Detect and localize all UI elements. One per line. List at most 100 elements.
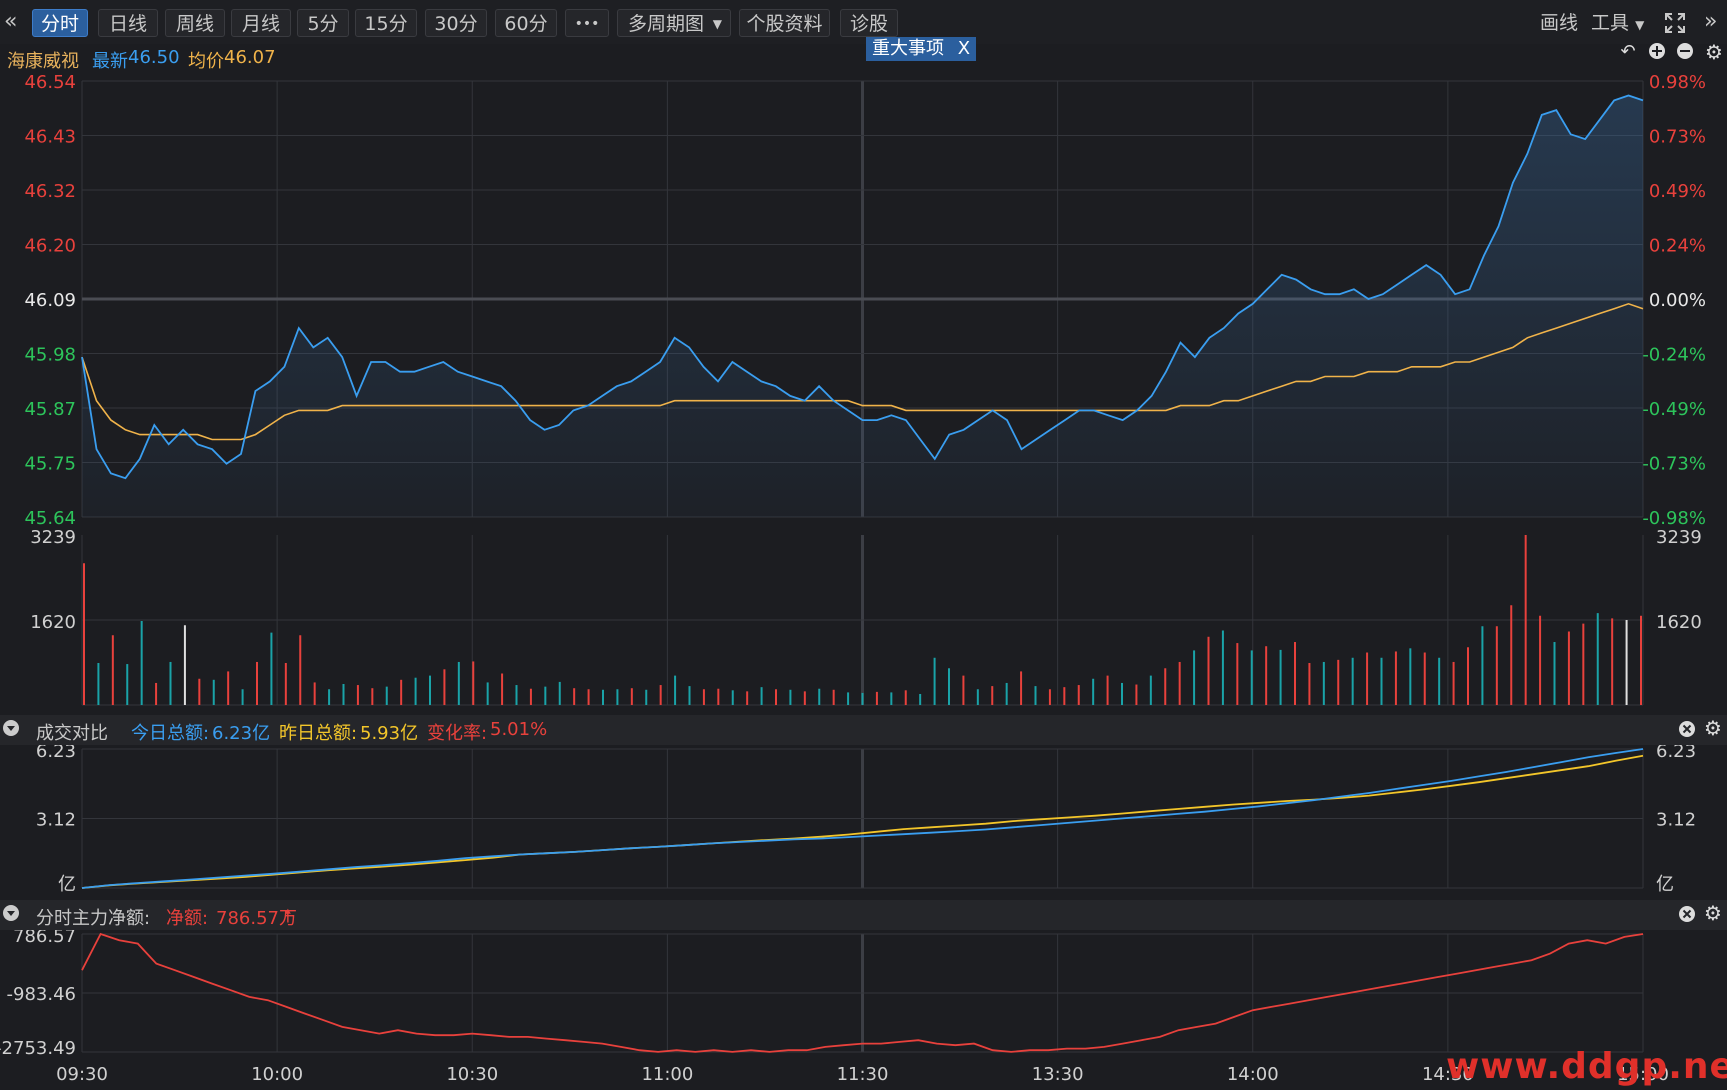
volume-axis-label-right: 1620 [1656, 612, 1702, 633]
turnover-axis-label: 亿 [58, 874, 76, 895]
price-area [82, 95, 1643, 517]
tab-15min[interactable]: 15分 [355, 9, 417, 37]
volume-bars [83, 535, 1642, 705]
price-axis-label: 46.20 [24, 236, 76, 257]
price-lines [81, 94, 1644, 480]
avg-price: 46.07 [224, 47, 276, 68]
time-axis-label: 09:30 [56, 1064, 108, 1085]
pct-axis-label: 0.73% [1649, 127, 1706, 148]
tools-dropdown[interactable]: 工具 ▼ [1591, 9, 1644, 37]
collapse-right-icon[interactable]: » [1704, 8, 1717, 36]
latest-price: 46.50 [128, 47, 180, 68]
price-axis-label: 46.32 [24, 181, 76, 202]
netflow-line [81, 932, 1644, 1053]
yesterday-turnover-line [81, 754, 1644, 889]
pct-axis-label: 0.98% [1649, 72, 1706, 93]
price-axis-label: 46.09 [24, 290, 76, 311]
today-turnover-line [81, 748, 1644, 889]
volume-axis-label: 3239 [30, 527, 76, 548]
pct-axis-label: -0.24% [1642, 345, 1706, 366]
time-axis-label: 11:00 [641, 1064, 693, 1085]
change-rate-value: 5.01% [490, 719, 548, 740]
tab-30min[interactable]: 30分 [425, 9, 487, 37]
time-axis-label: 14:00 [1227, 1064, 1279, 1085]
undo-icon[interactable]: ↶ [1618, 42, 1638, 62]
arrow-up-icon: 🠕 [284, 906, 292, 927]
tab-intraday[interactable]: 分时 [32, 9, 88, 37]
turnover-panel-title: 成交对比 [36, 723, 108, 744]
netflow-panel-title: 分时主力净额: [36, 908, 151, 929]
close-panel-icon[interactable] [1678, 905, 1696, 928]
change-rate-label: 变化率: [427, 723, 488, 744]
yesterday-total-value: 5.93亿 [360, 723, 419, 744]
price-area-fill [82, 95, 1643, 517]
close-icon[interactable]: X [958, 38, 970, 59]
price-axis-label: 45.64 [24, 508, 76, 529]
turnover-axis-label: 3.12 [36, 810, 76, 831]
toolbar: « 分时 日线 周线 月线 5分 15分 30分 60分 ••• 多周期图 ▼ … [0, 0, 1727, 44]
yesterday-total-label: 昨日总额: [279, 723, 358, 744]
diagnose-button[interactable]: 诊股 [840, 9, 898, 37]
tab-60min[interactable]: 60分 [495, 9, 557, 37]
settings-gear-icon[interactable]: ⚙ [1704, 42, 1724, 62]
stock-name: 海康威视 [7, 51, 79, 72]
zoom-in-icon[interactable] [1647, 42, 1667, 62]
price-axis-label: 46.54 [24, 72, 76, 93]
netflow-panel-header: 分时主力净额: 净额: 786.57万 🠕 ⚙ [0, 900, 1727, 930]
latest-label: 最新 [92, 51, 128, 72]
time-axis-label: 10:30 [446, 1064, 498, 1085]
pct-axis-label: 0.00% [1649, 290, 1706, 311]
volume-axis-label: 1620 [30, 612, 76, 633]
axis-labels: 46.54 0.98% 46.43 0.73% 46.32 0.49% 46.20 0.24%… [0, 72, 1706, 1085]
collapse-panel-icon[interactable] [2, 719, 20, 742]
quote-info-bar: 海康威视 最新 46.50 均价 46.07 [0, 44, 1727, 72]
price-axis-label: 45.75 [24, 454, 76, 475]
tab-5min[interactable]: 5分 [297, 9, 349, 37]
main-net-flow-line [81, 932, 1644, 1053]
draw-line-button[interactable]: 画线 [1540, 9, 1578, 37]
net-amount-label: 净额: [166, 908, 209, 929]
fullscreen-icon[interactable] [1664, 9, 1686, 37]
netflow-axis-label: -2753.49 [0, 1038, 76, 1059]
time-axis-label: 13:30 [1032, 1064, 1084, 1085]
avg-price-line [81, 302, 1644, 441]
collapse-left-icon[interactable]: « [4, 8, 17, 36]
pct-axis-label: -0.49% [1642, 399, 1706, 420]
multi-period-dropdown[interactable]: 多周期图 ▼ [617, 9, 731, 37]
time-axis-label: 10:00 [251, 1064, 303, 1085]
major-event-label: 重大事项 [872, 38, 944, 59]
price-axis-label: 45.98 [24, 345, 76, 366]
price-axis-label: 45.87 [24, 399, 76, 420]
price-axis-label: 46.43 [24, 127, 76, 148]
tab-weekly[interactable]: 周线 [165, 9, 225, 37]
pct-axis-label: -0.98% [1642, 508, 1706, 529]
multi-period-label: 多周期图 [628, 13, 705, 35]
avg-label: 均价 [188, 51, 224, 72]
turnover-panel-header: 成交对比 今日总额: 6.23亿 昨日总额: 5.93亿 变化率: 5.01% … [0, 715, 1727, 745]
volume-axis-label-right: 3239 [1656, 527, 1702, 548]
tools-label: 工具 [1591, 12, 1630, 34]
netflow-axis-label: -983.46 [7, 984, 76, 1005]
tab-monthly[interactable]: 月线 [231, 9, 291, 37]
pct-axis-label: 0.24% [1649, 236, 1706, 257]
turnover-axis-label-right: 3.12 [1656, 810, 1696, 831]
caret-down-icon: ▼ [1635, 18, 1645, 32]
tab-daily[interactable]: 日线 [98, 9, 158, 37]
turnover-lines [81, 748, 1644, 889]
time-axis-label: 11:30 [837, 1064, 889, 1085]
caret-down-icon: ▼ [712, 17, 722, 31]
close-panel-icon[interactable] [1678, 720, 1696, 743]
more-button[interactable]: ••• [565, 9, 609, 37]
today-total-value: 6.23亿 [212, 723, 271, 744]
stock-info-button[interactable]: 个股资料 [739, 9, 830, 37]
today-total-label: 今日总额: [131, 723, 210, 744]
collapse-panel-icon[interactable] [2, 904, 20, 927]
panel-settings-gear-icon[interactable]: ⚙ [1704, 716, 1722, 740]
panel-settings-gear-icon[interactable]: ⚙ [1704, 901, 1722, 925]
pct-axis-label: 0.49% [1649, 181, 1706, 202]
major-event-badge[interactable]: 重大事项 X [866, 37, 977, 61]
zoom-out-icon[interactable] [1675, 42, 1695, 62]
pct-axis-label: -0.73% [1642, 454, 1706, 475]
latest-price-line [81, 94, 1644, 480]
watermark: www.ddgp.net [1446, 1046, 1727, 1087]
